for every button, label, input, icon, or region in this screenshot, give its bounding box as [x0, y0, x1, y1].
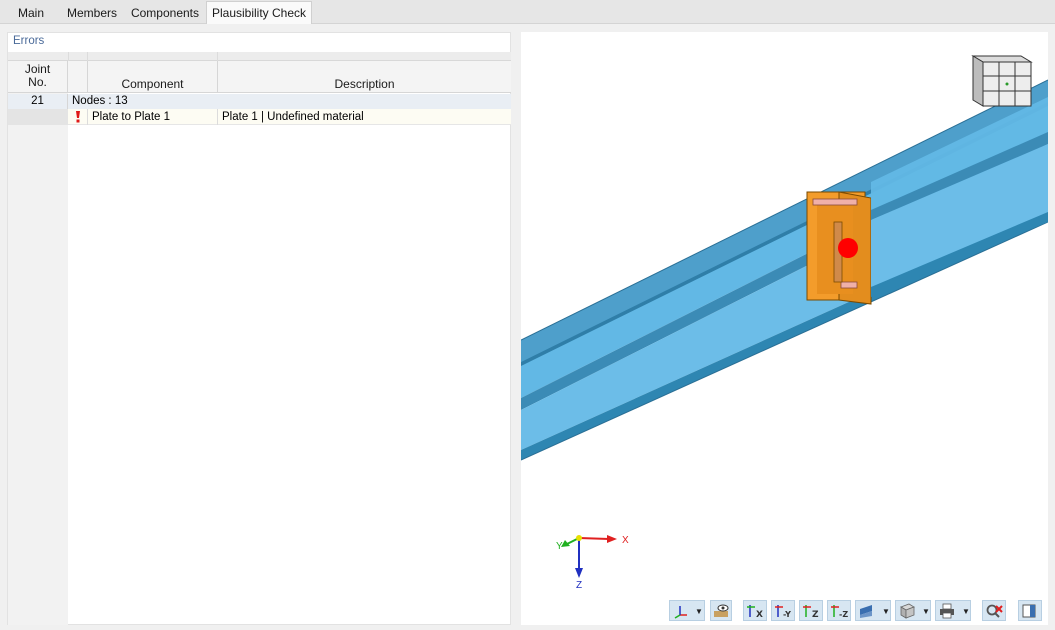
view-x-icon: X — [747, 605, 763, 619]
tab-main[interactable]: Main — [6, 2, 56, 24]
column-divider — [87, 109, 88, 125]
axis-x-label: X — [622, 535, 629, 546]
axes-icon — [561, 535, 617, 578]
errors-panel-title: Errors — [13, 35, 45, 47]
view-eye-button[interactable] — [710, 600, 732, 621]
view-minus-y-icon: -Y — [775, 605, 791, 619]
model-canvas[interactable] — [521, 32, 1048, 625]
error-row-joint-cell — [8, 109, 68, 125]
chevron-down-icon: ▼ — [695, 607, 703, 616]
column-divider — [87, 52, 88, 61]
tab-components[interactable]: Components — [126, 2, 204, 24]
view-z-icon: Z — [803, 605, 819, 619]
reset-view-button[interactable] — [982, 600, 1006, 621]
column-divider — [217, 109, 218, 125]
reset-view-icon — [986, 604, 1003, 618]
table-header: Joint No. Component Description — [8, 61, 511, 93]
end-plate-connection[interactable] — [806, 191, 872, 305]
3d-viewport[interactable]: X Y Z ▼ X -Y Z -Z ▼ ▼ ▼ — [521, 32, 1048, 625]
view-cube-icon[interactable] — [971, 55, 1033, 107]
column-header-description[interactable]: Description — [218, 61, 511, 93]
box-view-icon — [900, 603, 915, 619]
error-description-cell: Plate 1 | Undefined material — [222, 111, 364, 123]
chevron-down-icon: ▼ — [922, 607, 930, 616]
chevron-down-icon: ▼ — [962, 607, 970, 616]
svg-text:Z: Z — [812, 610, 819, 619]
error-component-cell: Plate to Plate 1 — [92, 111, 170, 123]
view-minus-z-icon: -Z — [831, 605, 848, 619]
error-exclamation-icon — [76, 111, 80, 123]
view-eye-icon — [714, 604, 729, 617]
view-x-button[interactable]: X — [743, 600, 767, 621]
axes-dropdown-icon — [674, 606, 687, 619]
tab-bar: Main Members Components Plausibility Che… — [0, 0, 1055, 24]
errors-panel: Errors Joint No. Component Description 2… — [7, 32, 511, 625]
svg-text:X: X — [756, 610, 763, 619]
svg-text:-Y: -Y — [783, 610, 791, 619]
column-header-joint-line2: No. — [28, 75, 47, 89]
axis-y-label: Y — [556, 541, 563, 552]
group-row[interactable] — [68, 94, 511, 109]
axis-z-label: Z — [576, 580, 583, 591]
column-divider — [217, 52, 218, 61]
error-marker[interactable] — [838, 238, 858, 258]
chevron-down-icon: ▼ — [882, 607, 890, 616]
view-minus-y-button[interactable]: -Y — [771, 600, 795, 621]
view-minus-z-button[interactable]: -Z — [827, 600, 851, 621]
tab-plausibility-check[interactable]: Plausibility Check — [206, 1, 312, 24]
joint-column-background — [8, 52, 68, 625]
panel-toggle-button[interactable] — [1018, 600, 1042, 621]
table-header-strip — [8, 52, 511, 61]
column-header-status[interactable] — [68, 61, 88, 93]
tab-members[interactable]: Members — [62, 2, 122, 24]
print-icon — [940, 603, 954, 619]
column-header-component[interactable]: Component — [88, 61, 218, 93]
group-label: Nodes : 13 — [72, 95, 128, 107]
panel-toggle-icon — [1022, 604, 1036, 618]
column-divider — [68, 52, 69, 61]
column-header-joint[interactable]: Joint No. — [8, 61, 68, 93]
joint-number-cell[interactable]: 21 — [8, 94, 68, 109]
view-z-button[interactable]: Z — [799, 600, 823, 621]
svg-text:-Z: -Z — [839, 610, 848, 619]
display-mode-icon — [860, 605, 872, 618]
